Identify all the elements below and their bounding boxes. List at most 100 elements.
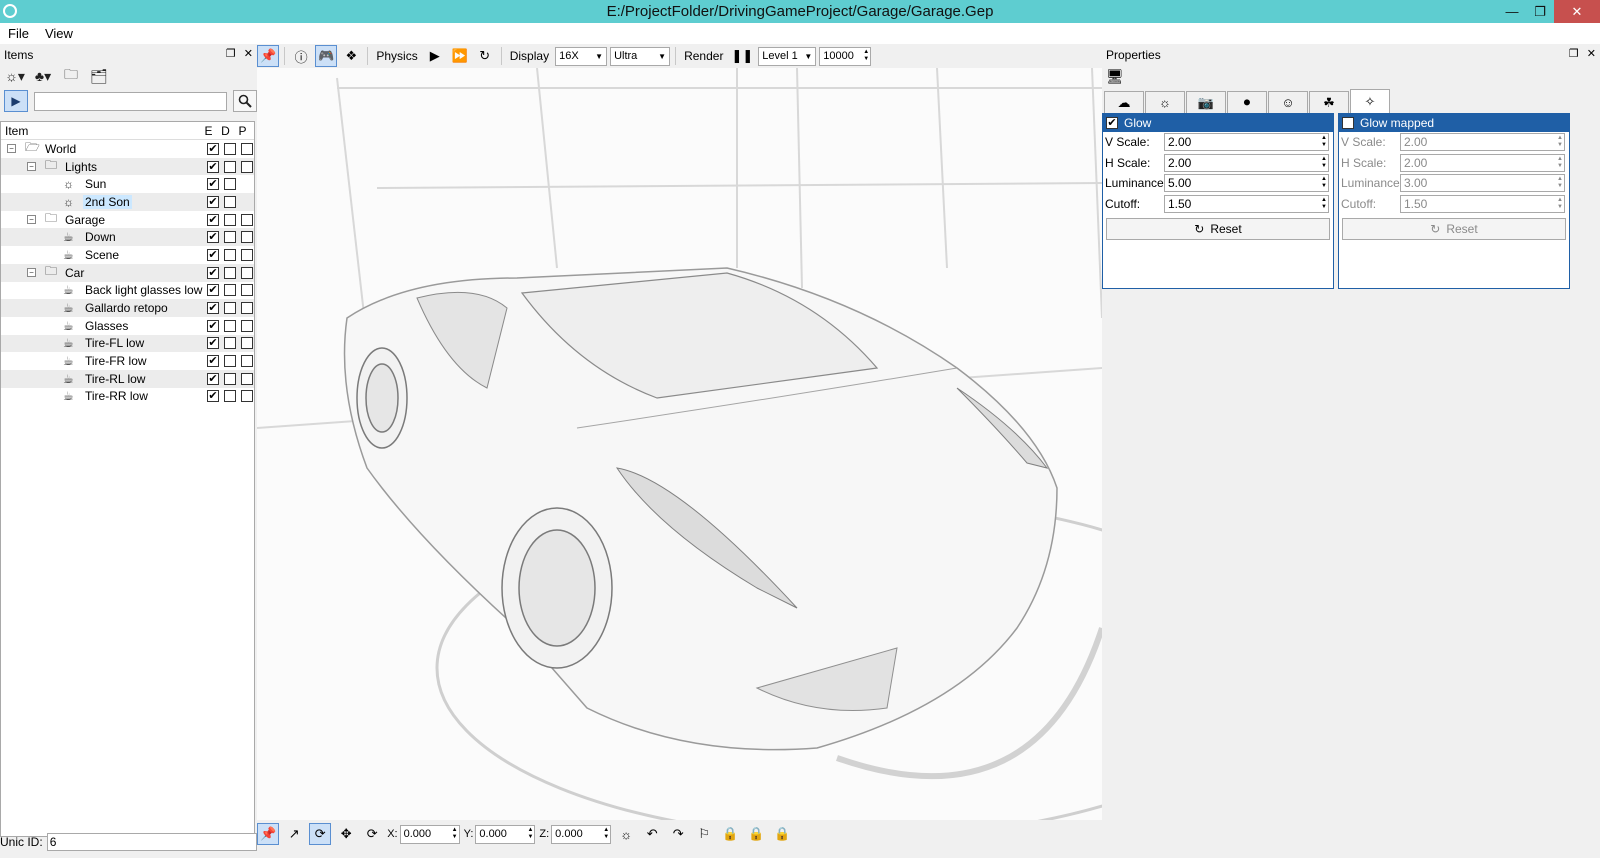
flag-e-checkbox[interactable]: ✔ (207, 302, 219, 315)
cutoff-spinbox[interactable]: 1.50 ▲ ▼ (1164, 194, 1329, 213)
select-mode-button[interactable]: ▶ (4, 90, 28, 112)
close-panel-icon[interactable]: ✕ (244, 47, 253, 60)
flag-e-checkbox[interactable]: ✔ (207, 284, 219, 297)
tree-row[interactable]: ☼ 2nd Son ✔ (1, 193, 254, 211)
monitor-icon[interactable]: 🖥 (1106, 68, 1124, 85)
flag-p-checkbox[interactable] (241, 213, 253, 226)
restore-icon[interactable]: ❐ (1526, 0, 1554, 23)
h-scale-spinbox[interactable]: 2.00 ▲ ▼ (1164, 153, 1329, 172)
tree-row[interactable]: ☼ Sun ✔ (1, 175, 254, 193)
flag-d-checkbox[interactable] (224, 231, 236, 244)
pause-icon[interactable]: ❚❚ (729, 45, 755, 67)
glow-checkbox[interactable]: ✔ (1106, 117, 1118, 129)
info-icon[interactable]: ⓘ (290, 45, 312, 67)
flag-e-checkbox[interactable]: ✔ (207, 178, 219, 191)
flag-d-checkbox[interactable] (224, 372, 236, 385)
y-spinbox[interactable]: 0.000 ▲ ▼ (475, 824, 536, 844)
luminance-spinbox[interactable]: 5.00 ▲ ▼ (1164, 174, 1329, 193)
flag-d-checkbox[interactable] (224, 302, 236, 315)
dropbox-icon[interactable]: ❖ (340, 45, 362, 67)
collapse-icon[interactable]: − (27, 268, 36, 278)
tab-camera-icon[interactable]: 📷 (1186, 91, 1226, 113)
flag-p-checkbox[interactable] (241, 390, 253, 403)
search-icon[interactable] (233, 90, 257, 112)
flag-d-checkbox[interactable] (224, 284, 236, 297)
tab-toggle-icon[interactable]: ⚫ (1227, 91, 1267, 113)
undo-icon[interactable]: ↶ (641, 823, 663, 845)
new-group-icon[interactable]: 🗂 (88, 65, 110, 87)
flag-d-checkbox[interactable] (224, 142, 236, 155)
collapse-icon[interactable]: − (27, 162, 36, 172)
flag-p-checkbox[interactable] (241, 284, 253, 297)
collapse-icon[interactable]: − (27, 215, 36, 225)
glow-mapped-checkbox[interactable] (1342, 117, 1354, 129)
flag-p-checkbox[interactable] (241, 160, 253, 173)
reload-icon[interactable]: ↻ (474, 45, 496, 67)
flag-e-checkbox[interactable]: ✔ (207, 266, 219, 279)
flag-e-checkbox[interactable]: ✔ (207, 195, 219, 208)
flag-p-checkbox[interactable] (241, 248, 253, 261)
tab-environment-icon[interactable]: ☁ (1104, 91, 1144, 113)
float-icon[interactable]: ❐ (226, 47, 236, 60)
tree-row[interactable]: ☕ Back light glasses low ✔ (1, 282, 254, 300)
flag-e-checkbox[interactable]: ✔ (207, 337, 219, 350)
flag-p-checkbox[interactable] (241, 372, 253, 385)
tree-row[interactable]: − 🗀 Car ✔ (1, 263, 254, 282)
tree-row[interactable]: − 🗁 World ✔ (1, 140, 254, 158)
tab-lighting-icon[interactable]: ☼ (1145, 91, 1185, 113)
rotate-mode-icon[interactable]: ⟳ (309, 823, 332, 845)
flag-d-checkbox[interactable] (224, 266, 236, 279)
tree-row[interactable]: − 🗀 Garage ✔ (1, 211, 254, 229)
flag-d-checkbox[interactable] (224, 248, 236, 261)
tree-row[interactable]: ☕ Glasses ✔ (1, 317, 254, 335)
move-mode-icon[interactable]: ✥ (335, 823, 357, 845)
sun-icon[interactable]: ☼ (615, 823, 637, 845)
flag-p-checkbox[interactable] (241, 337, 253, 350)
menu-file[interactable]: File (0, 26, 37, 41)
lock-y-icon[interactable]: 🔒 (745, 823, 767, 845)
flag-p-checkbox[interactable] (241, 231, 253, 244)
collapse-icon[interactable]: − (7, 144, 16, 154)
float-icon[interactable]: ❐ (1569, 47, 1579, 60)
flag-e-checkbox[interactable]: ✔ (207, 390, 219, 403)
flag-d-checkbox[interactable] (224, 160, 236, 173)
pin-icon[interactable]: 📌 (257, 45, 280, 67)
count-spinbox[interactable]: 10000 ▲ ▼ (819, 46, 872, 66)
flag-d-checkbox[interactable] (224, 337, 236, 350)
add-object-icon[interactable]: ♣▾ (32, 65, 54, 87)
flag-e-checkbox[interactable]: ✔ (207, 160, 219, 173)
flag-p-checkbox[interactable] (241, 355, 253, 368)
open-folder-icon[interactable]: 🗀 (60, 65, 82, 87)
flag-e-checkbox[interactable]: ✔ (207, 142, 219, 155)
tree-row[interactable]: ☕ Down ✔ (1, 228, 254, 247)
v-scale-spinbox[interactable]: 2.00 ▲ ▼ (1164, 133, 1329, 152)
flag-p-checkbox[interactable] (241, 302, 253, 315)
flag-p-checkbox[interactable] (241, 142, 253, 155)
flag-e-checkbox[interactable]: ✔ (207, 355, 219, 368)
level-select[interactable]: Level 1 ▼ (758, 46, 817, 66)
flag-icon[interactable]: ⚐ (693, 823, 715, 845)
z-spinbox[interactable]: 0.000 ▲ ▼ (551, 824, 612, 844)
search-input[interactable] (33, 91, 228, 111)
flag-e-checkbox[interactable]: ✔ (207, 248, 219, 261)
tab-face-icon[interactable]: ☺ (1268, 91, 1308, 113)
tree-row[interactable]: ☕ Scene ✔ (1, 246, 254, 264)
flag-e-checkbox[interactable]: ✔ (207, 319, 219, 332)
tree-row[interactable]: ☕ Tire-FL low ✔ (1, 334, 254, 353)
display-select[interactable]: 16X ▼ (555, 46, 608, 66)
tree-row[interactable]: ☕ Tire-RR low ✔ (1, 388, 254, 406)
add-light-icon[interactable]: ☼▾ (4, 65, 26, 87)
close-icon[interactable]: ✕ (1554, 0, 1600, 23)
tree-row[interactable]: ☕ Gallardo retopo ✔ (1, 299, 254, 317)
fast-forward-icon[interactable]: ⏩ (449, 45, 471, 67)
gamepad-icon[interactable]: 🎮 (315, 45, 338, 67)
minimize-icon[interactable]: — (1498, 0, 1526, 23)
tab-plant-icon[interactable]: ☘ (1309, 91, 1349, 113)
glow-reset-button[interactable]: ↻ Reset (1106, 218, 1330, 240)
external-link-icon[interactable]: ↗ (283, 823, 305, 845)
tree-row[interactable]: − 🗀 Lights ✔ (1, 157, 254, 176)
flag-d-checkbox[interactable] (224, 319, 236, 332)
redo-icon[interactable]: ↷ (667, 823, 689, 845)
lock-x-icon[interactable]: 🔒 (719, 823, 741, 845)
menu-view[interactable]: View (37, 26, 81, 41)
